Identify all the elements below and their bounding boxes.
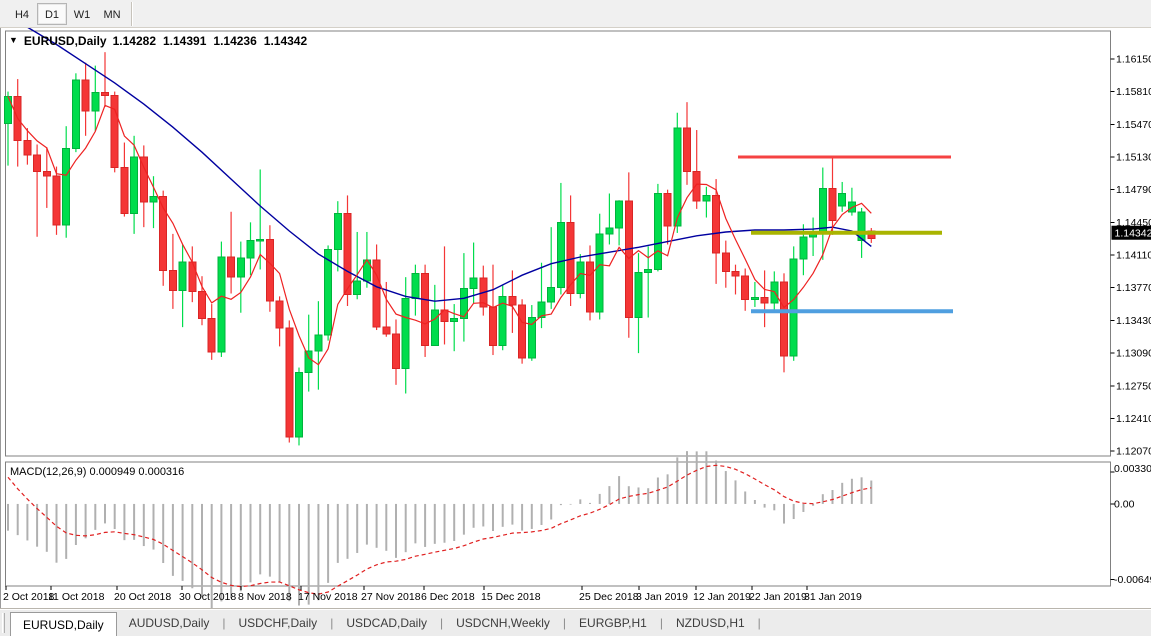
svg-text:1.15810: 1.15810 — [1116, 86, 1151, 98]
ohlc-low: 1.14236 — [213, 34, 256, 48]
svg-text:6 Dec 2018: 6 Dec 2018 — [421, 591, 475, 603]
svg-text:1.15130: 1.15130 — [1116, 151, 1151, 163]
timeframe-toolbar: H4D1W1MN — [0, 0, 1151, 28]
svg-text:8 Nov 2018: 8 Nov 2018 — [238, 591, 292, 603]
symbol-tabs: EURUSD,DailyAUDUSD,Daily|USDCHF,Daily|US… — [10, 611, 762, 635]
chart-dropdown-icon[interactable]: ▼ — [9, 35, 18, 45]
svg-text:17 Nov 2018: 17 Nov 2018 — [298, 591, 358, 603]
symbol-tab-usdcnh[interactable]: USDCNH,Weekly — [444, 611, 562, 635]
tab-separator: | — [757, 611, 762, 635]
timeframe-button-h4[interactable]: H4 — [7, 3, 37, 25]
svg-text:3 Jan 2019: 3 Jan 2019 — [636, 591, 688, 603]
svg-text:1.13090: 1.13090 — [1116, 348, 1151, 360]
symbol-tab-eurusd[interactable]: EURUSD,Daily — [10, 612, 117, 636]
svg-text:1.12410: 1.12410 — [1116, 413, 1151, 425]
svg-text:1.12750: 1.12750 — [1116, 380, 1151, 392]
ohlc-close: 1.14342 — [264, 34, 307, 48]
svg-text:MACD(12,26,9) 0.000949 0.00031: MACD(12,26,9) 0.000949 0.000316 — [10, 466, 184, 478]
svg-text:25 Dec 2018: 25 Dec 2018 — [579, 591, 639, 603]
svg-text:1.16150: 1.16150 — [1116, 53, 1151, 65]
symbol-tab-nzdusd[interactable]: NZDUSD,H1 — [664, 611, 757, 635]
mt4-window: H4D1W1MN 1.16150 1.15810 1.15470 1.15130 1.1… — [0, 0, 1151, 636]
timeframe-button-w1[interactable]: W1 — [67, 3, 97, 25]
svg-text:20 Oct 2018: 20 Oct 2018 — [114, 591, 171, 603]
svg-text:22 Jan 2019: 22 Jan 2019 — [749, 591, 807, 603]
timeframe-button-mn[interactable]: MN — [97, 3, 127, 25]
svg-text:15 Dec 2018: 15 Dec 2018 — [481, 591, 541, 603]
svg-text:11 Oct 2018: 11 Oct 2018 — [48, 591, 105, 603]
svg-text:1.12070: 1.12070 — [1116, 446, 1151, 458]
ohlc-open: 1.14282 — [113, 34, 156, 48]
svg-text:27 Nov 2018: 27 Nov 2018 — [361, 591, 421, 603]
toolbar-separator — [131, 2, 133, 26]
ohlc-high: 1.14391 — [163, 34, 206, 48]
svg-text:12 Jan 2019: 12 Jan 2019 — [693, 591, 751, 603]
svg-text:0.00: 0.00 — [1114, 498, 1135, 510]
timeframe-button-d1[interactable]: D1 — [37, 3, 67, 25]
svg-text:1.14110: 1.14110 — [1116, 250, 1151, 262]
svg-text:1.15470: 1.15470 — [1116, 119, 1151, 131]
statusbar: EURUSD,DailyAUDUSD,Daily|USDCHF,Daily|US… — [0, 608, 1151, 636]
svg-text:30 Oct 2018: 30 Oct 2018 — [179, 591, 236, 603]
chart-symbol-label: EURUSD,Daily — [24, 34, 107, 48]
symbol-tab-eurgbp[interactable]: EURGBP,H1 — [567, 611, 659, 635]
chart-ohlc-values: 1.14282 1.14391 1.14236 1.14342 — [113, 34, 308, 48]
svg-text:1.14790: 1.14790 — [1116, 184, 1151, 196]
tabs-grip — [2, 613, 5, 633]
symbol-tab-audusd[interactable]: AUDUSD,Daily — [117, 611, 222, 635]
svg-text:1.14342: 1.14342 — [1115, 228, 1151, 240]
symbol-tab-usdchf[interactable]: USDCHF,Daily — [227, 611, 330, 635]
svg-text:0.003306: 0.003306 — [1114, 463, 1151, 475]
chart-window[interactable]: 1.161501.158101.154701.151301.147901.144… — [0, 28, 1151, 608]
symbol-tab-usdcad[interactable]: USDCAD,Daily — [334, 611, 439, 635]
svg-text:2 Oct 2018: 2 Oct 2018 — [3, 591, 55, 603]
svg-text:1.13430: 1.13430 — [1116, 315, 1151, 327]
svg-text:1.13770: 1.13770 — [1116, 282, 1151, 294]
chart-title: ▼ EURUSD,Daily 1.14282 1.14391 1.14236 1… — [9, 34, 307, 48]
price-chart-canvas[interactable]: 1.161501.158101.154701.151301.147901.144… — [1, 28, 1151, 608]
svg-text:31 Jan 2019: 31 Jan 2019 — [804, 591, 862, 603]
svg-text:-0.00649: -0.00649 — [1114, 574, 1151, 586]
